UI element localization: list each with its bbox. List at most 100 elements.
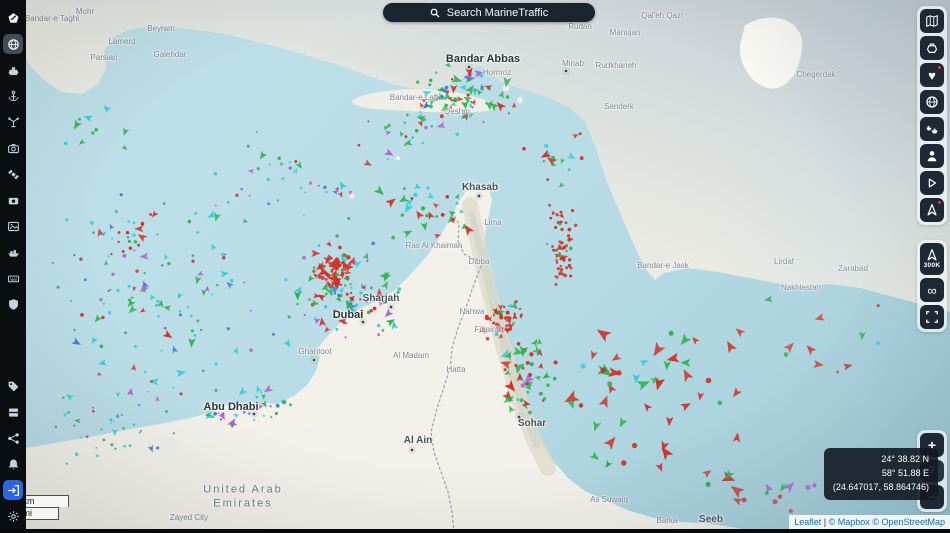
vessel-marker[interactable] [164, 327, 167, 330]
vessel-marker[interactable] [441, 102, 449, 112]
vessel-marker[interactable] [546, 243, 548, 245]
vessel-marker[interactable] [122, 444, 127, 448]
vessel-marker[interactable] [665, 417, 673, 427]
vessel-marker[interactable] [220, 418, 222, 420]
vessel-marker[interactable] [436, 122, 446, 131]
vessel-marker[interactable] [129, 247, 133, 251]
vessel-filters-button[interactable] [920, 36, 944, 60]
vessel-marker[interactable] [211, 293, 213, 295]
vessel-marker[interactable] [347, 217, 350, 220]
vessel-marker[interactable] [435, 71, 438, 74]
vessel-marker[interactable] [303, 215, 305, 217]
vessel-marker[interactable] [557, 182, 565, 190]
vessel-marker[interactable] [240, 188, 243, 191]
vessel-marker[interactable] [512, 322, 514, 324]
vessel-marker[interactable] [376, 298, 378, 300]
vessel-marker[interactable] [236, 400, 238, 402]
vessel-marker[interactable] [143, 272, 145, 274]
vessel-marker[interactable] [526, 391, 529, 394]
vessel-marker[interactable] [156, 300, 159, 303]
vessel-marker[interactable] [413, 193, 417, 197]
vessel-marker[interactable] [538, 362, 544, 369]
vessel-marker[interactable] [397, 287, 401, 291]
vessel-marker[interactable] [215, 362, 218, 365]
vessel-marker[interactable] [261, 394, 266, 400]
vessel-marker[interactable] [350, 287, 352, 289]
favorites-button[interactable]: ♥ [920, 63, 944, 87]
vessel-marker[interactable] [806, 485, 811, 490]
vessel-marker[interactable] [83, 113, 93, 122]
vessel-marker[interactable] [555, 213, 558, 216]
vessel-marker[interactable] [504, 380, 519, 395]
vessel-marker[interactable] [437, 96, 440, 99]
vessel-marker[interactable] [367, 120, 369, 122]
vessel-marker[interactable] [441, 213, 445, 217]
vessel-marker[interactable] [544, 144, 548, 148]
vessel-marker[interactable] [338, 191, 344, 198]
vessel-marker[interactable] [308, 298, 311, 301]
vessel-marker[interactable] [553, 377, 557, 381]
vessel-marker[interactable] [336, 282, 340, 286]
vessel-marker[interactable] [191, 260, 194, 263]
vessel-marker[interactable] [163, 202, 166, 205]
vessel-marker[interactable] [156, 446, 159, 449]
vessel-marker[interactable] [66, 463, 68, 465]
vessel-marker[interactable] [155, 396, 159, 402]
vessel-marker[interactable] [526, 361, 530, 365]
vessel-marker[interactable] [196, 231, 199, 234]
vessel-marker[interactable] [62, 397, 64, 399]
vessel-marker[interactable] [121, 414, 123, 416]
vessel-marker[interactable] [136, 231, 147, 242]
vessel-marker[interactable] [607, 381, 612, 386]
vessel-marker[interactable] [361, 284, 363, 286]
vessel-marker[interactable] [547, 152, 550, 155]
vessel-marker[interactable] [434, 232, 442, 239]
vessel-marker[interactable] [397, 291, 400, 294]
vessel-marker[interactable] [235, 194, 238, 197]
vessel-marker[interactable] [562, 245, 566, 249]
vessel-marker[interactable] [428, 83, 431, 86]
vessel-marker[interactable] [385, 195, 398, 208]
vessel-marker[interactable] [440, 95, 443, 98]
vessel-marker[interactable] [222, 256, 225, 259]
vessel-marker[interactable] [67, 411, 70, 414]
vessel-marker[interactable] [101, 316, 105, 320]
vessel-marker[interactable] [103, 302, 106, 305]
vessel-marker[interactable] [429, 105, 433, 109]
vessel-marker[interactable] [450, 85, 457, 94]
vessel-marker[interactable] [557, 267, 560, 270]
vessel-marker[interactable] [165, 410, 168, 413]
vessel-marker[interactable] [404, 144, 406, 146]
sidebar-item-settings[interactable] [3, 506, 23, 526]
vessel-marker[interactable] [637, 377, 652, 391]
vessel-marker[interactable] [122, 250, 125, 253]
vessel-marker[interactable] [621, 460, 626, 465]
vessel-marker[interactable] [277, 199, 279, 201]
vessel-marker[interactable] [435, 215, 438, 218]
vessel-marker[interactable] [282, 401, 286, 405]
vessel-marker[interactable] [262, 385, 274, 396]
vessel-marker[interactable] [706, 482, 711, 487]
vessel-marker[interactable] [589, 451, 601, 463]
vessel-marker[interactable] [467, 94, 470, 97]
vessel-marker[interactable] [702, 467, 713, 478]
vessel-marker[interactable] [574, 224, 577, 227]
my-fleets-button[interactable] [920, 117, 944, 141]
vessel-marker[interactable] [294, 291, 302, 301]
vessel-marker[interactable] [355, 304, 358, 307]
vessel-marker[interactable] [133, 249, 135, 251]
vessel-marker[interactable] [163, 330, 175, 341]
vessel-marker[interactable] [113, 421, 115, 423]
sidebar-item-ports[interactable] [3, 86, 23, 106]
vessel-marker[interactable] [513, 313, 515, 315]
vessel-marker[interactable] [679, 367, 693, 382]
vessel-marker[interactable] [690, 335, 700, 345]
vessel-marker[interactable] [649, 342, 666, 359]
vessel-marker[interactable] [193, 334, 196, 337]
vessel-marker[interactable] [560, 265, 562, 267]
vessel-marker[interactable] [127, 236, 129, 238]
vessel-marker[interactable] [194, 212, 197, 215]
vessel-marker[interactable] [733, 325, 745, 337]
vessel-marker[interactable] [255, 396, 258, 399]
vessel-marker[interactable] [552, 213, 554, 215]
